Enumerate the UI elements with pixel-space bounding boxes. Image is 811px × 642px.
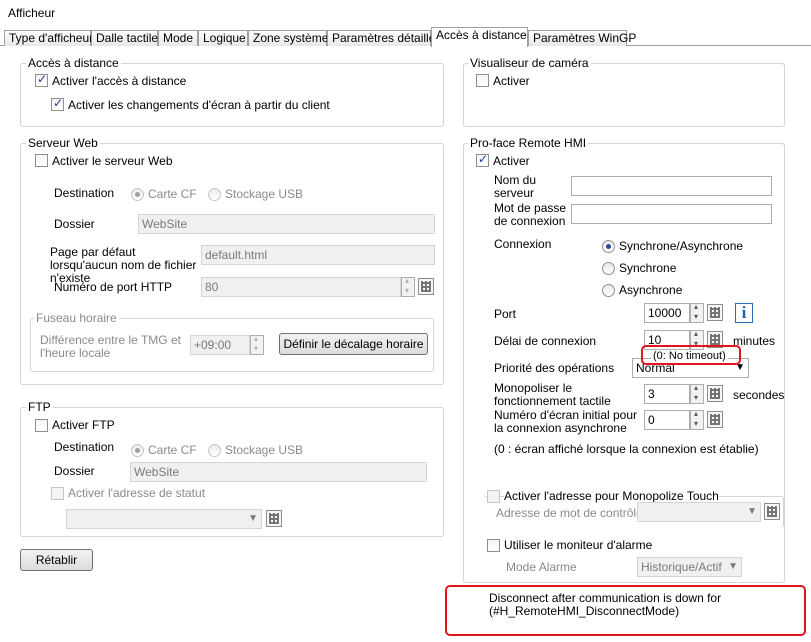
ftp-folder-field[interactable]: WebSite [130,462,427,482]
web-folder-label: Dossier [54,217,95,231]
tab-mode[interactable]: Mode [158,30,198,46]
ftp-legend: FTP [26,400,53,414]
monopolize-touch-unit: secondes [733,388,785,402]
alarm-mode-label: Mode Alarme [506,560,577,574]
ftp-carte-cf-radio[interactable] [131,444,144,457]
reset-button[interactable]: Rétablir [20,549,93,571]
window-title: Afficheur [8,6,56,20]
tab-acces-a-distance[interactable]: Accès à distance [431,27,528,47]
ftp-carte-cf-label: Carte CF [148,443,197,457]
hmi-port-keypad-icon[interactable] [707,304,723,321]
operation-priority-label: Priorité des opérations [494,361,615,375]
control-word-label: Adresse de mot de contrôle [496,506,643,520]
enable-screen-change-label: Activer les changements d'écran à partir… [68,98,330,112]
web-http-port-label: Numéro de port HTTP [54,280,173,294]
web-usb-label: Stockage USB [225,187,304,201]
connection-label: Connexion [494,237,552,251]
sync-radio[interactable] [602,262,615,275]
initial-screen-note: (0 : écran affiché lorsque la connexion … [494,442,759,456]
connection-timeout-label: Délai de connexion [494,334,597,348]
tab-parametres-detailles[interactable]: Paramètres détaillés [327,30,441,46]
enable-camera-label: Activer [493,74,530,88]
enable-web-server-checkbox[interactable] [35,154,48,167]
tab-parametres-wingp[interactable]: Paramètres WinGP [528,30,636,46]
enable-camera-checkbox[interactable] [476,74,489,87]
enable-remote-access-label: Activer l'accès à distance [52,74,187,88]
connection-password-label: Mot de passe de connexion [494,201,567,228]
sync-label: Synchrone [619,261,677,275]
web-usb-radio[interactable] [208,188,221,201]
tab-type-afficheur[interactable]: Type d'afficheur [4,30,93,46]
initial-screen-label: Numéro d'écran initial pour la connexion… [494,408,638,435]
enable-screen-change-checkbox[interactable] [51,96,64,111]
alarm-monitor-checkbox[interactable] [487,539,500,552]
async-radio[interactable] [602,284,615,297]
control-word-dropdown[interactable]: ▼ [637,502,761,522]
disconnect-note-highlight [445,585,806,636]
enable-ftp-label: Activer FTP [52,418,115,432]
web-destination-label: Destination [54,186,115,200]
web-carte-cf-label: Carte CF [148,187,197,201]
server-name-label: Nom du serveur [494,173,537,200]
ftp-folder-label: Dossier [54,464,95,478]
initial-screen-field[interactable]: 0 [644,410,690,430]
monopolize-address-checkbox[interactable] [487,490,500,503]
control-word-keypad-icon[interactable] [764,503,780,520]
sync-async-label: Synchrone/Asynchrone [619,239,744,253]
hmi-port-label: Port [494,307,517,321]
monopolize-touch-field[interactable]: 3 [644,384,690,404]
ftp-status-address-label: Activer l'adresse de statut [68,486,206,500]
monopolize-touch-keypad-icon[interactable] [707,385,723,402]
ftp-usb-radio[interactable] [208,444,221,457]
remote-access-group [20,63,444,127]
web-folder-field[interactable]: WebSite [138,214,435,234]
ftp-status-address-checkbox[interactable] [51,487,64,500]
camera-viewer-legend: Visualiseur de caméra [468,56,591,70]
info-icon[interactable]: i [735,303,753,323]
timezone-spinner[interactable] [250,334,264,355]
web-http-port-spinner[interactable] [401,276,415,297]
ftp-status-address-keypad-icon[interactable] [266,510,282,527]
tab-zone-systeme[interactable]: Zone système [248,30,328,46]
tab-logique[interactable]: Logique [198,30,248,46]
web-default-page-field[interactable]: default.html [201,245,435,265]
server-name-field[interactable] [571,176,772,196]
monopolize-touch-spinner[interactable] [690,383,704,404]
set-time-offset-button[interactable]: Définir le décalage horaire [279,333,428,355]
enable-remote-hmi-label: Activer [493,154,530,168]
web-http-port-keypad-icon[interactable] [418,278,434,295]
alarm-mode-dropdown[interactable]: Historique/Actif ▼ [637,557,742,577]
enable-remote-hmi-checkbox[interactable] [476,152,489,167]
web-server-legend: Serveur Web [26,136,100,150]
hmi-port-field[interactable]: 10000 [644,303,690,323]
web-http-port-field[interactable]: 80 [201,277,401,297]
enable-ftp-checkbox[interactable] [35,419,48,432]
timezone-label: Différence entre le TMG et l'heure local… [40,333,181,360]
ftp-usb-label: Stockage USB [225,443,304,457]
tab-dalle-tactile[interactable]: Dalle tactile [91,30,158,46]
timeout-note-highlight [641,345,741,365]
monopolize-touch-label: Monopoliser le fonctionnement tactile [494,381,611,408]
remote-access-legend: Accès à distance [26,56,121,70]
ftp-status-address-dropdown[interactable]: ▼ [66,509,262,529]
remote-hmi-legend: Pro-face Remote HMI [468,136,589,150]
connection-password-field[interactable] [571,204,772,224]
alarm-mode-value: Historique/Actif [641,560,722,574]
async-label: Asynchrone [619,283,683,297]
chevron-down-icon: ▼ [728,561,738,572]
chevron-down-icon: ▼ [248,513,258,524]
ftp-destination-label: Destination [54,440,115,454]
chevron-down-icon: ▼ [747,506,757,517]
initial-screen-spinner[interactable] [690,409,704,430]
hmi-port-spinner[interactable] [690,302,704,323]
timezone-legend: Fuseau horaire [34,311,119,325]
enable-remote-access-checkbox[interactable] [35,72,48,87]
camera-viewer-group [463,63,785,127]
timezone-field[interactable]: +09:00 [190,335,250,355]
initial-screen-keypad-icon[interactable] [707,411,723,428]
sync-async-radio[interactable] [602,240,615,253]
enable-web-server-label: Activer le serveur Web [52,154,173,168]
web-carte-cf-radio[interactable] [131,188,144,201]
alarm-monitor-label: Utiliser le moniteur d'alarme [504,538,653,552]
